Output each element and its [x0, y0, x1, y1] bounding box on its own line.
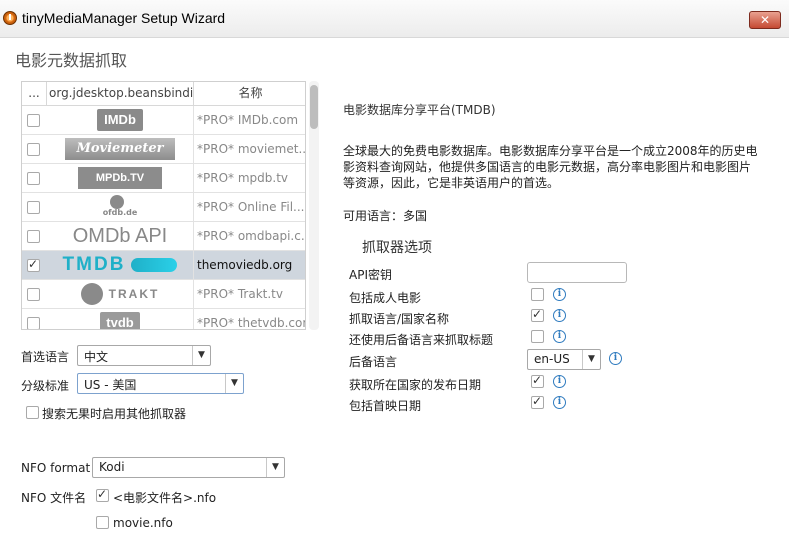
option-label: 包括首映日期 [349, 399, 422, 413]
scraper-enable-checkbox[interactable] [27, 143, 40, 156]
preferred-language-value: 中文 [84, 350, 109, 364]
scraper-name: *PRO* Trakt.tv [197, 287, 283, 301]
scraper-enable-checkbox[interactable] [27, 288, 40, 301]
scrollbar-thumb[interactable] [310, 85, 318, 129]
scraper-enable-checkbox[interactable] [27, 172, 40, 185]
nfo-filename-option2-checkbox[interactable] [96, 516, 109, 529]
table-row[interactable]: IMDb *PRO* IMDb.com [22, 106, 305, 135]
table-row[interactable]: MPDb.TV *PRO* mpdb.tv [22, 164, 305, 193]
fallback-language-label: 后备语言 [349, 355, 398, 369]
scraper-name: *PRO* Online Fil... [197, 200, 305, 214]
certification-select[interactable]: US - 美国 ▼ [77, 373, 244, 394]
scraper-table: ... org.jdesktop.beansbindi... 名称 IMDb *… [21, 81, 306, 330]
info-icon[interactable]: i [553, 375, 566, 388]
nfo-filename-label: NFO 文件名 [21, 491, 87, 505]
info-icon[interactable]: i [553, 330, 566, 343]
option-label: 获取所在国家的发布日期 [349, 378, 482, 392]
fallback-search-label: 搜索无果时启用其他抓取器 [42, 407, 187, 421]
scraper-languages: 可用语言：多国 [343, 209, 428, 223]
chevron-down-icon: ▼ [582, 350, 600, 369]
scraper-name: themoviedb.org [197, 258, 293, 272]
chevron-down-icon: ▼ [266, 458, 284, 477]
nfo-format-select[interactable]: Kodi ▼ [92, 457, 285, 478]
option-label: 抓取语言/国家名称 [349, 312, 450, 326]
close-button[interactable]: ✕ [749, 11, 781, 29]
info-icon[interactable]: i [553, 288, 566, 301]
fallback-title-checkbox[interactable] [531, 330, 544, 343]
scraper-name: *PRO* IMDb.com [197, 113, 299, 127]
nfo-format-value: Kodi [99, 460, 125, 474]
scraper-name: *PRO* mpdb.tv [197, 171, 288, 185]
table-row[interactable]: ofdb.de *PRO* Online Fil... [22, 193, 305, 222]
nfo-format-label: NFO format [21, 461, 91, 475]
tvdb-logo: tvdb [47, 309, 194, 329]
window-title: tinyMediaManager Setup Wizard [22, 10, 226, 26]
fallback-language-select[interactable]: en-US ▼ [527, 349, 601, 370]
preferred-language-select[interactable]: 中文 ▼ [77, 345, 211, 366]
chevron-down-icon: ▼ [192, 346, 210, 365]
scraper-enable-checkbox[interactable] [27, 114, 40, 127]
premiere-date-checkbox[interactable] [531, 394, 544, 409]
scraper-enable-checkbox[interactable] [27, 201, 40, 214]
info-icon[interactable]: i [553, 309, 566, 322]
omdb-logo: OMDb API [47, 222, 194, 250]
trakt-logo: TRAKT [47, 280, 194, 308]
scraper-options-heading: 抓取器选项 [362, 240, 432, 256]
include-adult-checkbox[interactable] [531, 288, 544, 301]
table-scrollbar[interactable] [309, 81, 319, 330]
fallback-search-checkbox[interactable] [26, 406, 39, 419]
table-row[interactable]: TRAKT *PRO* Trakt.tv [22, 280, 305, 309]
column-header-enabled[interactable]: ... [22, 82, 47, 106]
column-header-name[interactable]: 名称 [194, 82, 305, 106]
scraper-enable-checkbox[interactable] [27, 230, 40, 243]
fallback-language-value: en-US [534, 352, 570, 366]
scraper-name: *PRO* moviemet... [197, 142, 306, 156]
nfo-filename-option1-checkbox[interactable] [96, 487, 109, 502]
nfo-filename-option2-label: movie.nfo [113, 516, 173, 530]
certification-value: US - 美国 [84, 378, 137, 392]
scraper-name: *PRO* thetvdb.com [197, 316, 306, 330]
table-row[interactable]: OMDb API *PRO* omdbapi.c... [22, 222, 306, 251]
nfo-filename-option1-label: <电影文件名>.nfo [113, 491, 217, 505]
scraper-description: 全球最大的免费电影数据库。电影数据库分享平台是一个成立2008年的历史电影资料查… [343, 144, 758, 190]
window-titlebar: tinyMediaManager Setup Wizard ✕ [0, 0, 789, 38]
column-header-logo[interactable]: org.jdesktop.beansbindi... [47, 82, 194, 106]
certification-label: 分级标准 [21, 379, 70, 393]
ofdb-logo: ofdb.de [47, 193, 194, 221]
scraper-title: 电影数据库分享平台(TMDB) [343, 103, 496, 117]
tmdb-logo: TMDB [47, 251, 194, 279]
table-header: ... org.jdesktop.beansbindi... 名称 [22, 82, 305, 106]
scraper-enable-checkbox[interactable] [27, 317, 40, 329]
country-release-date-checkbox[interactable] [531, 373, 544, 388]
api-key-input[interactable] [527, 262, 627, 283]
info-icon[interactable]: i [609, 352, 622, 365]
imdb-logo: IMDb [47, 106, 194, 134]
info-icon[interactable]: i [553, 396, 566, 409]
moviemeter-logo: Moviemeter [47, 135, 194, 163]
api-key-label: API密钥 [349, 268, 392, 282]
page-title: 电影元数据抓取 [15, 51, 128, 70]
table-row[interactable]: Moviemeter *PRO* moviemet... [22, 135, 306, 164]
option-label: 还使用后备语言来抓取标题 [349, 333, 494, 347]
table-row[interactable]: tvdb *PRO* thetvdb.com [22, 309, 306, 330]
tinymediamanager-app-icon [3, 11, 17, 25]
table-row-selected[interactable]: TMDB themoviedb.org [22, 251, 305, 280]
scraper-enable-checkbox[interactable] [27, 257, 40, 272]
scrape-language-country-checkbox[interactable] [531, 307, 544, 322]
chevron-down-icon: ▼ [225, 374, 243, 393]
scraper-name: *PRO* omdbapi.c... [197, 229, 306, 243]
option-label: 包括成人电影 [349, 291, 422, 305]
preferred-language-label: 首选语言 [21, 350, 70, 364]
mpdb-logo: MPDb.TV [47, 164, 194, 192]
